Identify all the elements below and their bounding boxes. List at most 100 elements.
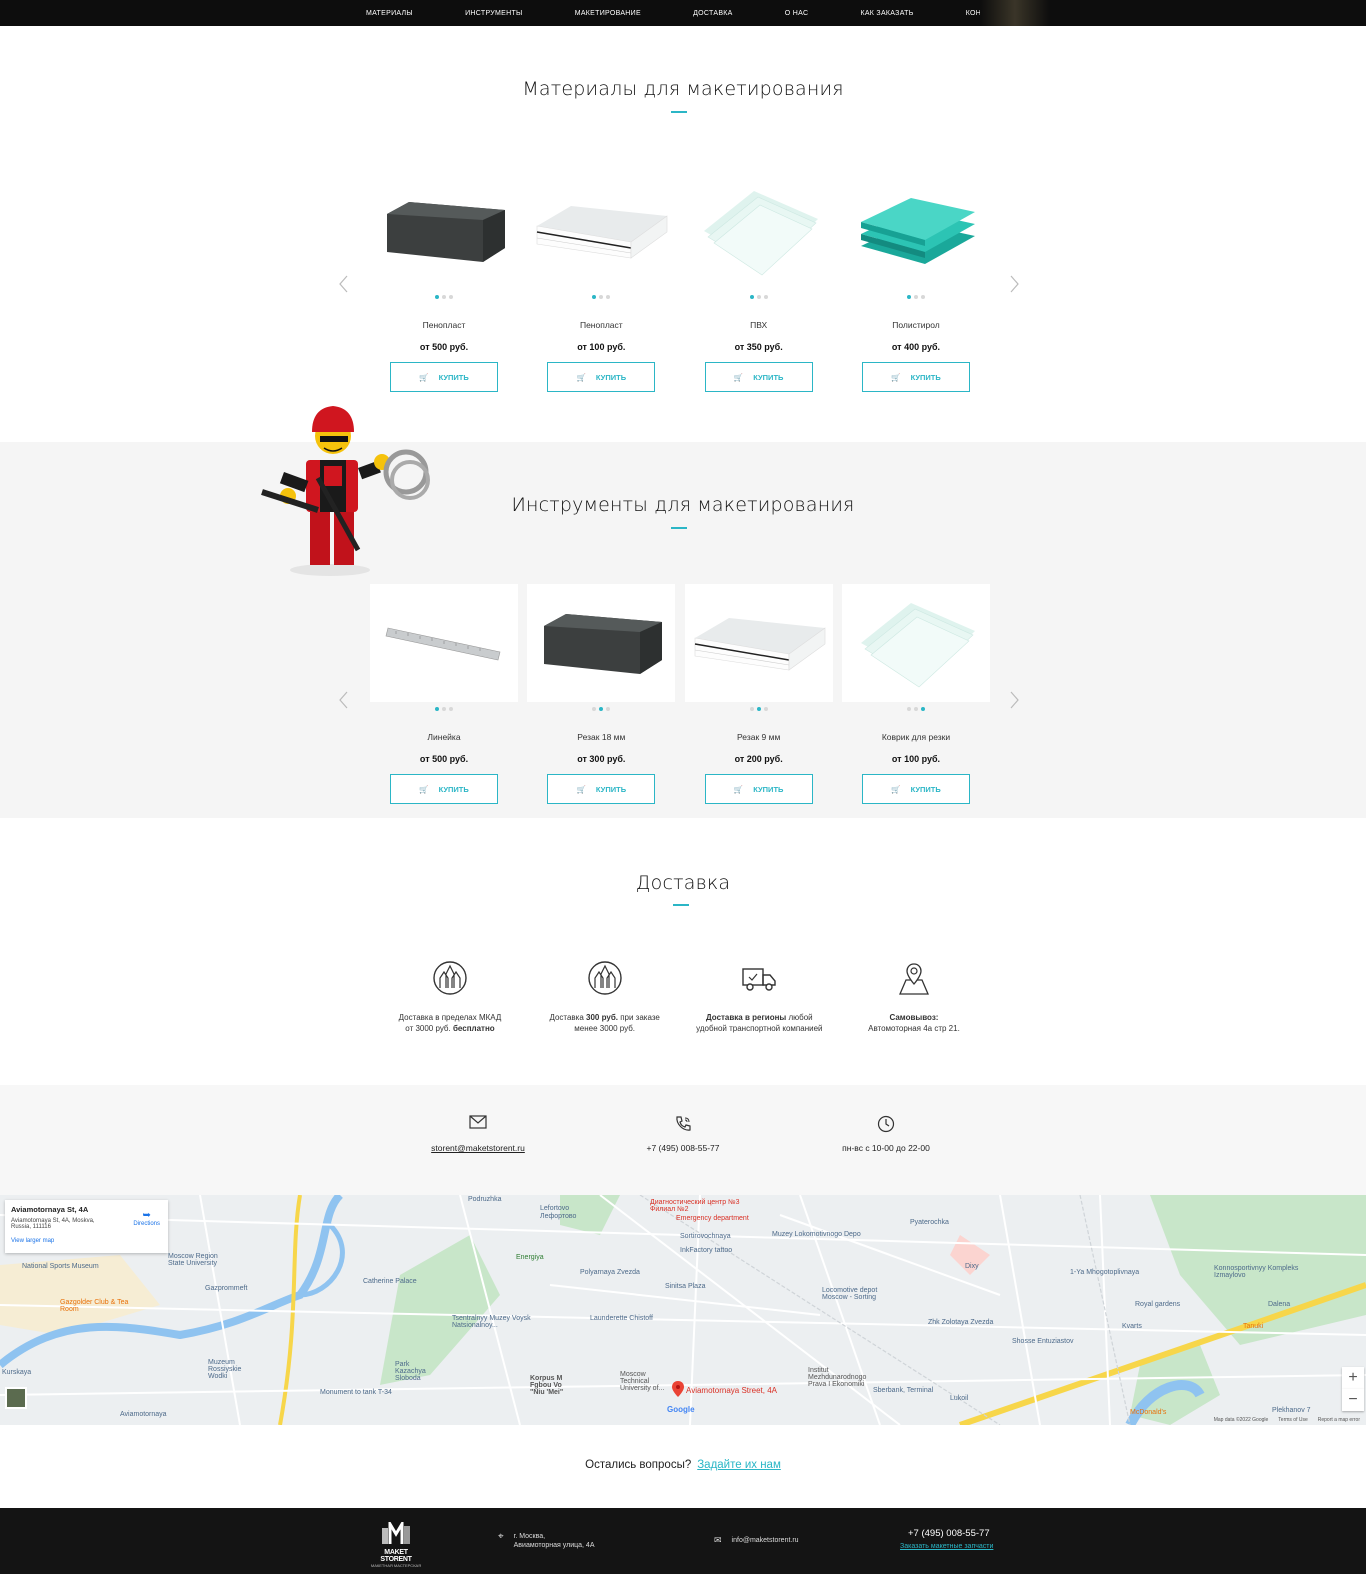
product-name: Полистирол <box>892 320 940 330</box>
directions-icon: ➥ <box>142 1210 151 1221</box>
product-image-foam-white[interactable] <box>527 172 675 290</box>
map-pin-icon <box>844 958 984 998</box>
buy-label: КУПИТЬ <box>438 784 469 794</box>
product-card: Коврик для резки от 100 руб. 🛒 КУПИТЬ <box>841 584 990 804</box>
map-label: Kurskaya <box>2 1369 32 1376</box>
product-price: от 200 руб. <box>734 754 783 764</box>
directions-button[interactable]: ➥ Directions <box>133 1210 160 1227</box>
tools-section: Инструменты для макетирования Линейка от… <box>0 406 1366 818</box>
clock-icon <box>821 1115 951 1135</box>
cart-icon: 🛒 <box>891 784 901 794</box>
map-pin-marker[interactable] <box>672 1381 684 1402</box>
map-layer-thumbnail[interactable] <box>5 1387 27 1409</box>
cart-icon: 🛒 <box>733 784 744 794</box>
footer-email-link[interactable]: info@maketstorent.ru <box>732 1536 799 1545</box>
delivery-title: Доставка <box>635 872 731 894</box>
product-name: Коврик для резки <box>881 732 951 742</box>
contact-phone-text[interactable]: +7 (495) 008-55-77 <box>618 1143 748 1153</box>
image-dots[interactable] <box>685 706 833 712</box>
delivery-option-paid: Доставка 300 руб. при заказе менее 3000 … <box>535 958 675 1034</box>
contact-email-link[interactable]: storent@maketstorent.ru <box>431 1143 525 1153</box>
ask-us-link[interactable]: Задайте их нам <box>697 1459 781 1471</box>
product-image-cutter-9[interactable] <box>684 584 833 702</box>
image-dots[interactable] <box>527 294 675 300</box>
zoom-out-button[interactable]: − <box>1342 1389 1364 1411</box>
product-image-polystyrene[interactable] <box>842 172 990 290</box>
product-card: Пенопласт от 500 руб. 🛒 КУПИТЬ <box>370 172 518 392</box>
lego-climber-image <box>261 406 430 576</box>
tools-prev-arrow[interactable] <box>337 690 351 710</box>
buy-button[interactable]: 🛒 КУПИТЬ <box>390 774 498 804</box>
materials-prev-arrow[interactable] <box>337 274 351 294</box>
map-label: Tsentralnyy Muzey Voysk Natsionalnoy... <box>452 1315 531 1329</box>
tools-carousel: Линейка от 500 руб. 🛒 КУПИТЬ Резак 18 мм … <box>370 584 990 804</box>
map-label: Zhk Zolotaya Zvezda <box>928 1319 994 1326</box>
buy-button[interactable]: 🛒 КУПИТЬ <box>547 774 656 804</box>
logo-main-text: MAKET STORENT <box>380 1549 412 1563</box>
nav-link-materials[interactable]: Материалы <box>366 10 413 17</box>
questions-text: Остались вопросы? <box>585 1459 692 1471</box>
nav-link-tools[interactable]: Инструменты <box>465 10 522 17</box>
materials-section: Материалы для макетирования Пенопласт от… <box>0 26 1366 442</box>
map-label: Muzeum Rossiyskie Wodki <box>208 1359 242 1380</box>
product-card: Резак 18 мм от 300 руб. 🛒 КУПИТЬ <box>527 584 676 804</box>
terms-link[interactable]: Terms of Use <box>1278 1417 1307 1423</box>
map-label: Podruzhka <box>468 1196 502 1203</box>
location-pin-icon: ⌖ <box>498 1531 504 1542</box>
footer-phone[interactable]: +7 (495) 008-55-77 <box>908 1528 990 1539</box>
product-image-pvc[interactable] <box>685 172 833 290</box>
nav-link-modeling[interactable]: Макетирование <box>575 10 641 17</box>
delivery-text-line1: Доставка 300 руб. при заказе <box>535 1012 675 1023</box>
image-dots[interactable] <box>527 706 675 712</box>
pickup-address: Автомоторная 4а стр 21. <box>868 1024 960 1033</box>
buy-button[interactable]: 🛒 КУПИТЬ <box>704 774 813 804</box>
view-larger-map-link[interactable]: View larger map <box>11 1238 162 1244</box>
buy-button[interactable]: 🛒 КУПИТЬ <box>704 362 813 392</box>
map-label: McDonald's <box>1130 1409 1167 1416</box>
map-label: Диагностический центр №3 Филиал №2 <box>650 1199 740 1213</box>
image-dots[interactable] <box>685 294 833 300</box>
nav-link-about[interactable]: О нас <box>785 10 809 17</box>
image-dots[interactable] <box>842 706 990 712</box>
report-error-link[interactable]: Report a map error <box>1318 1417 1360 1423</box>
map-label: Polyarnaya Zvezda <box>580 1269 640 1276</box>
google-map[interactable]: Podruzhka Lefortovo Лефортово Moscow Reg… <box>0 1195 1366 1425</box>
map-label: Dixy <box>965 1263 979 1270</box>
product-name: Линейка <box>427 732 461 742</box>
product-card: Пенопласт от 100 руб. 🛒 КУПИТЬ <box>527 172 675 392</box>
zoom-in-button[interactable]: + <box>1342 1367 1364 1389</box>
delivery-text-part: при заказе <box>617 1013 660 1022</box>
image-dots[interactable] <box>842 294 990 300</box>
map-label: Sberbank, Terminal <box>873 1387 934 1394</box>
buy-button[interactable]: 🛒 КУПИТЬ <box>547 362 656 392</box>
buy-button[interactable]: 🛒 КУПИТЬ <box>861 362 970 392</box>
map-label: 1-Ya Mhogotoplivnaya <box>1070 1269 1140 1276</box>
product-image-ruler[interactable] <box>370 584 518 702</box>
image-dots[interactable] <box>370 294 518 300</box>
product-name: ПВХ <box>750 320 768 330</box>
delivery-text-bold: бесплатно <box>452 1024 495 1033</box>
delivery-text-line2: удобной транспортной компанией <box>696 1024 823 1033</box>
product-name: Пенопласт <box>422 320 466 330</box>
product-image-cutter-18[interactable] <box>527 584 676 702</box>
materials-next-arrow[interactable] <box>1007 274 1021 294</box>
phone-icon <box>618 1115 748 1135</box>
tools-next-arrow[interactable] <box>1007 690 1021 710</box>
delivery-text-part: Доставка <box>549 1013 587 1022</box>
product-image-cutting-mat[interactable] <box>841 584 990 702</box>
footer-logo[interactable]: MAKET STORENT МАКЕТНАЯ МАСТЕРСКАЯ <box>370 1518 422 1568</box>
map-label: Shosse Entuziastov <box>1012 1338 1074 1345</box>
image-dots[interactable] <box>370 706 518 712</box>
cart-icon: 🛒 <box>891 372 901 382</box>
logo-mark-icon <box>382 1518 410 1544</box>
footer-address-line1: г. Москва, <box>513 1533 546 1540</box>
nav-link-how-to-order[interactable]: Как заказать <box>860 10 913 17</box>
nav-link-delivery[interactable]: Доставка <box>693 10 733 17</box>
buy-button[interactable]: 🛒 КУПИТЬ <box>861 774 970 804</box>
product-price: от 400 руб. <box>891 342 941 352</box>
order-parts-link[interactable]: Заказать макетные запчасти <box>900 1543 993 1550</box>
product-image-foam-dark[interactable] <box>370 172 518 290</box>
product-price: от 100 руб. <box>577 342 626 352</box>
footer-email: ✉ info@maketstorent.ru <box>714 1536 799 1545</box>
google-logo: Google <box>667 1405 695 1414</box>
